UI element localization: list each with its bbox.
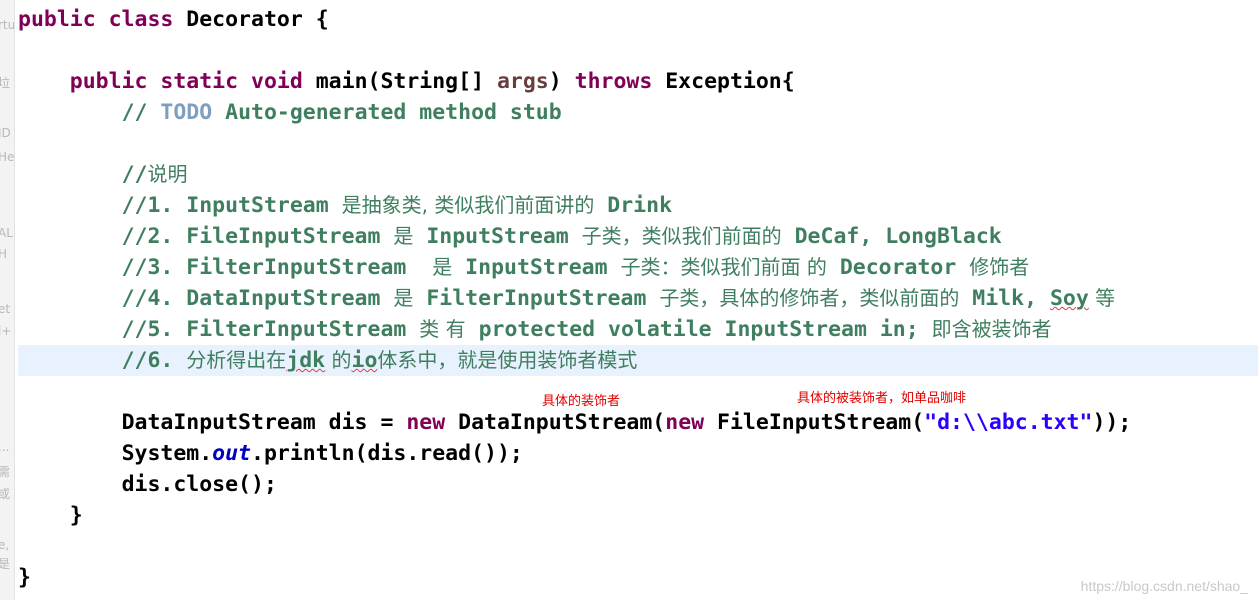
code-line-comment-1: //1. InputStream 是抽象类, 类似我们前面讲的 Drink (121, 193, 673, 218)
gutter-fragment: rtu (0, 18, 15, 32)
code-line-close: dis.close(); (121, 472, 277, 497)
gutter-fragment: 是 (0, 555, 10, 572)
annotation-decorator: 具体的装饰者 (542, 394, 621, 409)
gutter-fragment: ID (0, 126, 11, 140)
gutter-fragment: 垃 (0, 74, 10, 91)
gutter-fragment: 或 (0, 485, 10, 502)
code-line-comment-6: //6. 分析得出在jdk 的io体系中，就是使用装饰者模式 (18, 345, 1258, 376)
watermark: https://blog.csdn.net/shao_ (1080, 578, 1248, 594)
gutter-fragment: l+ (0, 324, 12, 338)
gutter-fragment: He (0, 150, 15, 164)
gutter-fragment: H (0, 247, 7, 261)
code-line-comment-4: //4. DataInputStream 是 FilterInputStream… (121, 286, 1116, 311)
code-editor[interactable]: public class Decorator { public static v… (18, 0, 1258, 600)
code-line-comment-0: //说明 (121, 162, 188, 187)
gutter-fragment: 需 (0, 463, 10, 480)
code-line-comment-2: //2. FileInputStream 是 InputStream 子类，类似… (121, 224, 1002, 249)
annotation-decorated: 具体的被装饰者，如单品咖啡 (797, 391, 967, 406)
code-line-todo-comment: // TODO Auto-generated method stub (121, 100, 562, 125)
gutter-fragment: e, (0, 538, 10, 552)
code-line-comment-5: //5. FilterInputStream 类 有 protected vol… (121, 317, 1052, 342)
code-line-main-decl: public static void main(String[] args) t… (69, 69, 795, 94)
left-gutter: rtu 垃 ID He AL H et l+ ... 需 或 e, 是 (0, 0, 15, 600)
code-line-declaration: DataInputStream dis = new DataInputStrea… (121, 410, 1132, 435)
code-line-comment-3: //3. FilterInputStream 是 InputStream 子类：… (121, 255, 1030, 280)
code-line-method-end-brace: } (69, 503, 83, 528)
code-line-class-decl: public class Decorator { (18, 7, 329, 32)
code-line-class-end-brace: } (18, 565, 31, 590)
gutter-fragment: AL (0, 226, 13, 240)
code-line-println: System.out.println(dis.read()); (121, 441, 523, 466)
gutter-fragment: ... (0, 440, 10, 454)
gutter-fragment: et (0, 302, 11, 316)
